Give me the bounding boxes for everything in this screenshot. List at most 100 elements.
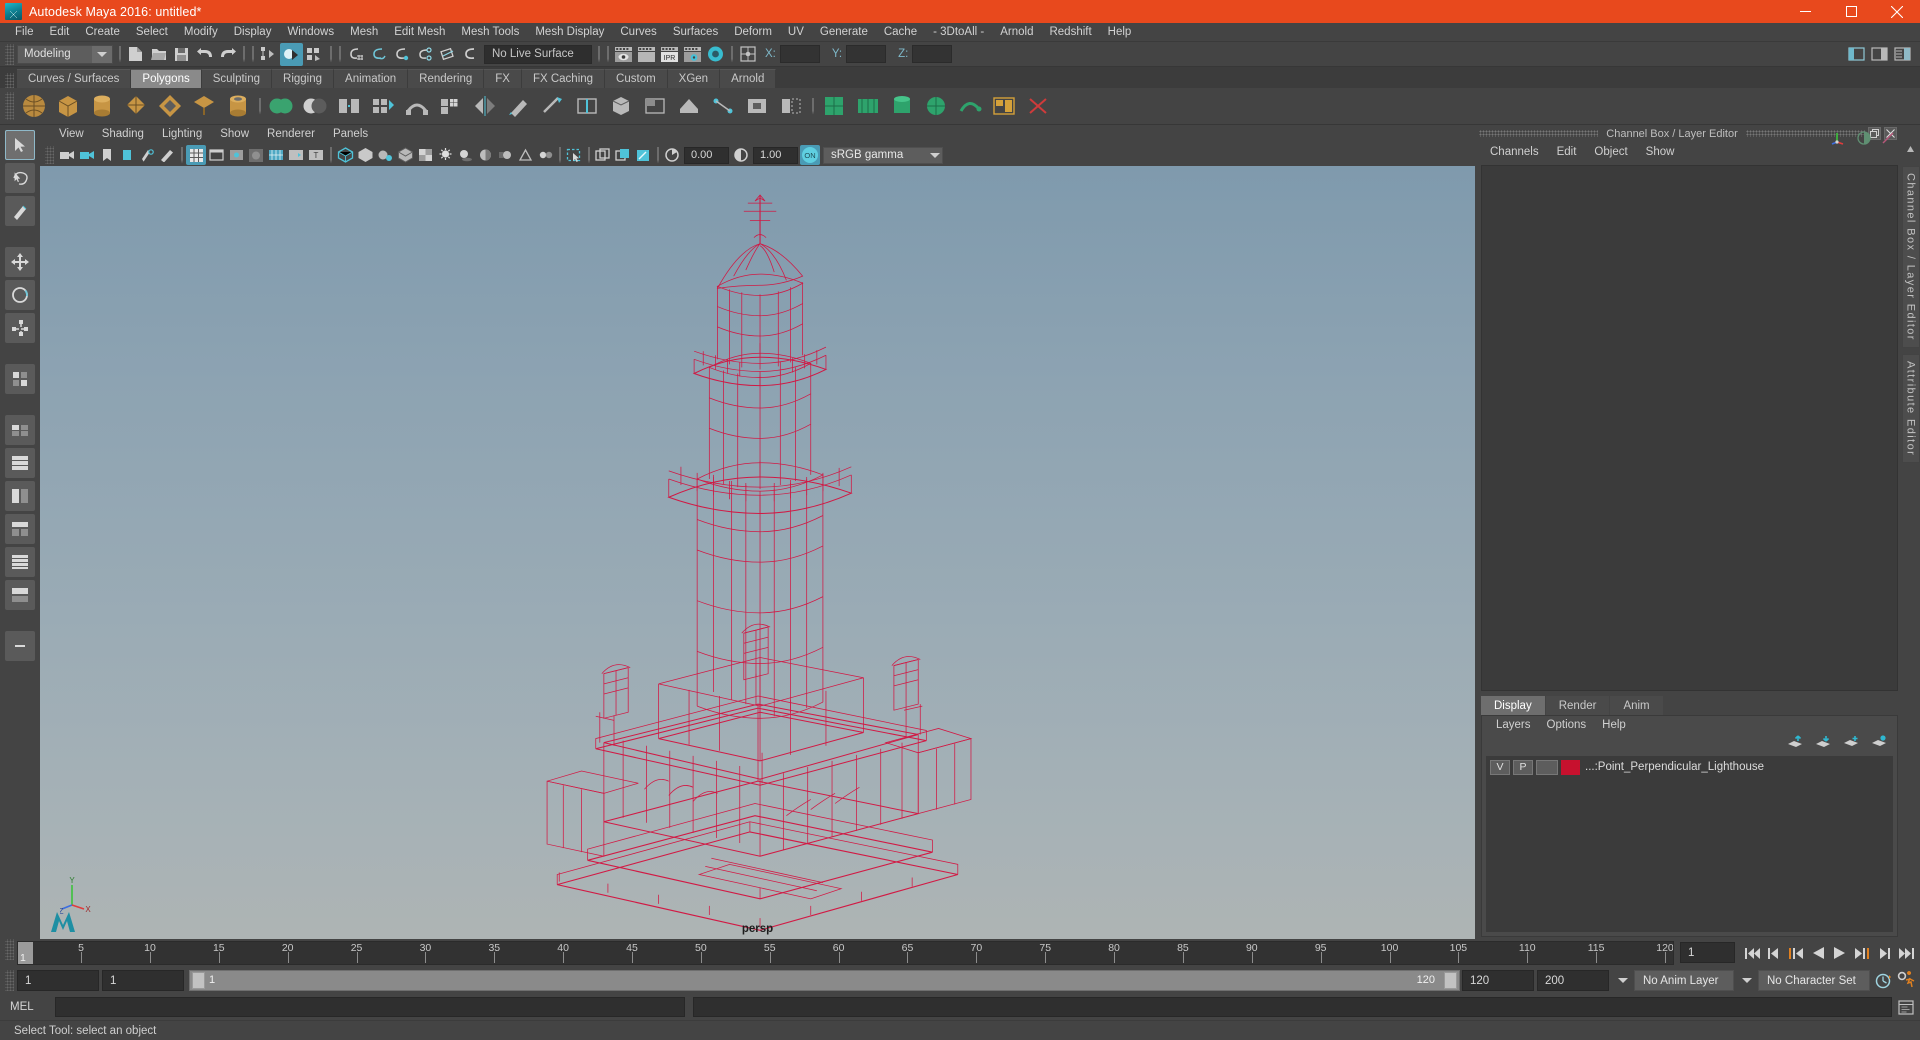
motion-blur-icon[interactable]	[495, 145, 515, 165]
layer-menu-help[interactable]: Help	[1594, 716, 1634, 735]
layer-menu-options[interactable]: Options	[1539, 716, 1595, 735]
snap-to-point-icon[interactable]	[390, 43, 413, 66]
shelf-tab-xgen[interactable]: XGen	[667, 69, 721, 88]
safe-action-icon[interactable]	[286, 145, 306, 165]
coord-x-input[interactable]	[779, 45, 820, 63]
shelf-grip-handle[interactable]	[5, 73, 14, 88]
bookmark-icon[interactable]	[97, 145, 117, 165]
channelbox-menu-show[interactable]: Show	[1637, 142, 1684, 163]
ambient-occlusion-icon[interactable]	[475, 145, 495, 165]
polygon-sphere-icon[interactable]	[17, 90, 51, 122]
select-camera-icon[interactable]	[57, 145, 77, 165]
minimize-icon[interactable]	[1782, 0, 1828, 23]
snap-to-curve-icon[interactable]	[367, 43, 390, 66]
combine-icon[interactable]	[332, 90, 366, 122]
show-hide-attribute-editor-icon[interactable]	[1868, 43, 1891, 66]
animation-start-field[interactable]: 1	[17, 970, 99, 991]
shelf-tab-sculpting[interactable]: Sculpting	[201, 69, 273, 88]
ipr-render-icon[interactable]: IPR	[658, 43, 681, 66]
character-set-field[interactable]: No Character Set	[1758, 970, 1870, 991]
render-current-frame-icon[interactable]	[612, 43, 635, 66]
boolean-difference-icon[interactable]	[298, 90, 332, 122]
channel-box-list[interactable]	[1481, 165, 1898, 691]
last-tool-used-button[interactable]	[5, 364, 35, 394]
gamma-value-field[interactable]: 1.00	[753, 146, 798, 164]
menu-help[interactable]: Help	[1100, 23, 1140, 42]
exposure-icon[interactable]	[662, 145, 682, 165]
mirror-geometry-icon[interactable]	[468, 90, 502, 122]
step-back-frame-icon[interactable]	[1764, 942, 1784, 964]
menu-curves[interactable]: Curves	[612, 23, 664, 42]
vertical-tab-attribute-editor[interactable]: Attribute Editor	[1901, 353, 1920, 464]
show-hide-channel-box-icon[interactable]	[1891, 43, 1914, 66]
channelbox-menu-edit[interactable]: Edit	[1548, 142, 1586, 163]
go-to-start-icon[interactable]	[1742, 942, 1762, 964]
fill-hole-icon[interactable]	[740, 90, 774, 122]
command-language-label[interactable]: MEL	[10, 1001, 55, 1013]
new-empty-layer-icon[interactable]	[1843, 735, 1859, 753]
show-hide-modeling-toolkit-icon[interactable]	[1845, 43, 1868, 66]
color-management-selector[interactable]: sRGB gamma	[823, 146, 943, 164]
bridge-icon[interactable]	[400, 90, 434, 122]
grease-pencil-icon[interactable]	[157, 145, 177, 165]
maximize-icon[interactable]	[1828, 0, 1874, 23]
shelf-tab-rendering[interactable]: Rendering	[408, 69, 485, 88]
viewport-menu-view[interactable]: View	[50, 125, 93, 144]
playback-end-field[interactable]: 120	[1462, 970, 1534, 991]
multisample-aa-icon[interactable]	[515, 145, 535, 165]
menu-file[interactable]: File	[7, 23, 42, 42]
menu-generate[interactable]: Generate	[812, 23, 876, 42]
menu-uv[interactable]: UV	[780, 23, 812, 42]
menu-display[interactable]: Display	[226, 23, 280, 42]
channelbox-menu-object[interactable]: Object	[1585, 142, 1636, 163]
camera-attributes-icon[interactable]	[77, 145, 97, 165]
viewport-menu-shading[interactable]: Shading	[93, 125, 153, 144]
tab-render-layers[interactable]: Render	[1545, 696, 1610, 715]
menu-edit[interactable]: Edit	[42, 23, 78, 42]
xray-active-components-icon[interactable]	[633, 145, 653, 165]
character-set-dropdown-icon[interactable]	[1736, 970, 1758, 991]
gamma-icon[interactable]	[731, 145, 751, 165]
safe-title-icon[interactable]: T	[306, 145, 326, 165]
shade-with-wireframe-icon[interactable]	[395, 145, 415, 165]
half-circle-icon[interactable]	[1857, 131, 1871, 150]
rotate-tool-button[interactable]	[5, 280, 35, 310]
hypershade-icon[interactable]	[704, 43, 727, 66]
image-plane-icon[interactable]	[117, 145, 137, 165]
viewport-menu-show[interactable]: Show	[211, 125, 258, 144]
range-start-handle[interactable]	[192, 972, 205, 989]
select-by-component-type-icon[interactable]	[303, 43, 326, 66]
step-forward-frame-icon[interactable]	[1874, 942, 1894, 964]
planar-uv-icon[interactable]	[851, 90, 885, 122]
insert-edge-loop-icon[interactable]	[570, 90, 604, 122]
vertical-tab-channel-box[interactable]: Channel Box / Layer Editor	[1901, 166, 1920, 348]
new-layer-from-selected-icon[interactable]	[1871, 735, 1887, 753]
wireframe-shading-icon[interactable]	[335, 145, 355, 165]
paint-select-tool-button[interactable]	[5, 196, 35, 226]
menu-create[interactable]: Create	[77, 23, 128, 42]
field-chart-icon[interactable]	[266, 145, 286, 165]
render-sequence-icon[interactable]	[635, 43, 658, 66]
make-live-icon[interactable]	[459, 43, 482, 66]
bevel-icon[interactable]	[604, 90, 638, 122]
new-scene-icon[interactable]	[124, 43, 147, 66]
dock-drag-rail[interactable]	[1479, 130, 1599, 137]
viewport-menu-panels[interactable]: Panels	[324, 125, 377, 144]
polygon-plane-icon[interactable]	[187, 90, 221, 122]
exposure-value-field[interactable]: 0.00	[684, 146, 729, 164]
menuset-selector[interactable]: Modeling	[17, 44, 113, 64]
polygon-torus-icon[interactable]	[153, 90, 187, 122]
select-by-object-type-icon[interactable]	[280, 42, 303, 66]
layer-row[interactable]: V P ...:Point_Perpendicular_Lighthouse	[1486, 758, 1893, 776]
polygon-cube-icon[interactable]	[51, 90, 85, 122]
shelf-tab-rigging[interactable]: Rigging	[272, 69, 335, 88]
manipulator-axis-icon[interactable]	[1831, 130, 1847, 151]
select-tool-button[interactable]	[5, 130, 35, 160]
step-back-key-icon[interactable]	[1786, 942, 1806, 964]
menu-edit-mesh[interactable]: Edit Mesh	[386, 23, 453, 42]
layer-color-swatch[interactable]	[1561, 759, 1580, 775]
crease-tool-icon[interactable]	[672, 90, 706, 122]
anim-layer-dropdown-icon[interactable]	[1612, 970, 1634, 991]
xray-icon[interactable]	[593, 145, 613, 165]
two-dim-pan-zoom-icon[interactable]	[137, 145, 157, 165]
